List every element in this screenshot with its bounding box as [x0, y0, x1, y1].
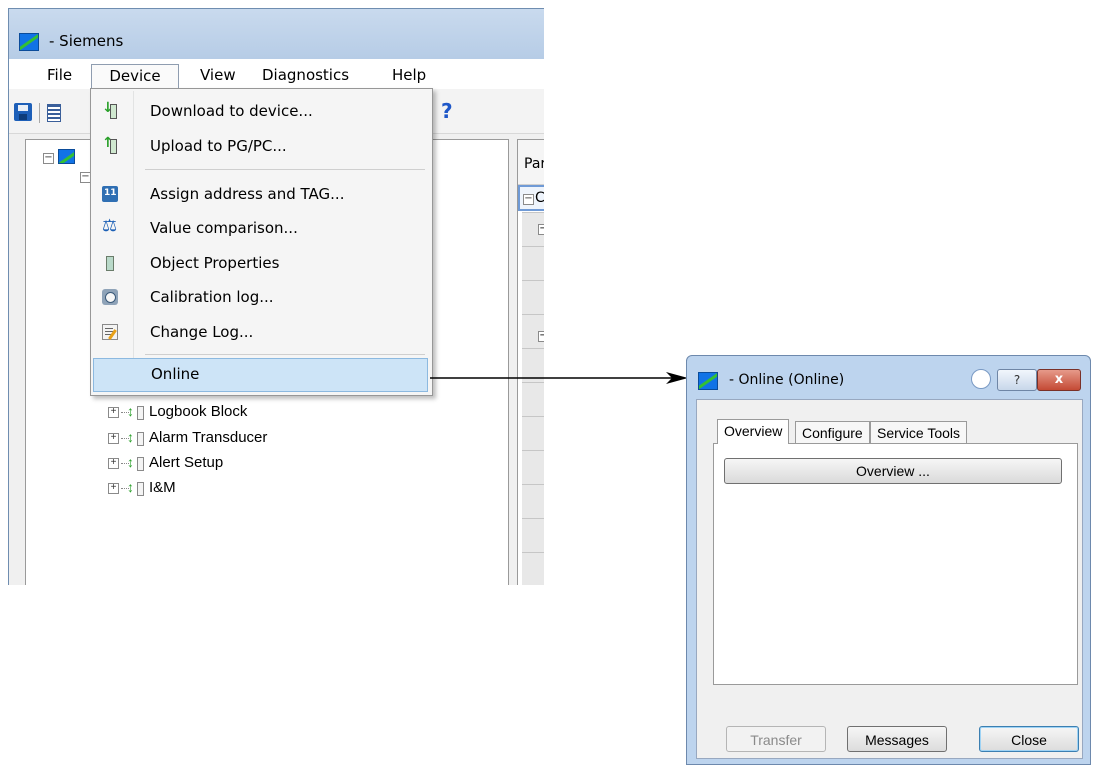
block-icon [127, 452, 144, 472]
menu-item-label: Upload to PG/PC... [150, 137, 287, 155]
connector-arrow [430, 372, 688, 384]
menu-item-label: Download to device... [150, 102, 313, 120]
menu-item-assign-address-and-tag[interactable]: Assign address and TAG... [93, 178, 428, 212]
change-log-icon [102, 324, 118, 340]
menu-separator [145, 169, 425, 170]
menu-device[interactable]: Device [91, 64, 179, 90]
assign-address-icon [102, 186, 118, 202]
menu-item-object-properties[interactable]: Object Properties [93, 247, 428, 281]
menu-item-label: Calibration log... [150, 288, 274, 306]
menu-separator [145, 354, 425, 355]
parameter-table: Par − C − − [517, 139, 544, 585]
param-row[interactable] [522, 382, 544, 416]
menu-item-label: Change Log... [150, 323, 254, 341]
tree-collapse-icon[interactable]: − [43, 153, 54, 164]
param-row[interactable] [522, 450, 544, 484]
menu-item-label: Value comparison... [150, 219, 298, 237]
tree-item-label: Logbook Block [149, 403, 248, 420]
download-icon [102, 100, 118, 119]
dialog-client-area: Overview Configure Service Tools Overvie… [696, 399, 1083, 759]
dialog-title: - Online (Online) [729, 372, 845, 388]
block-icon [127, 427, 144, 447]
upload-icon [102, 135, 118, 154]
tree-expand-icon[interactable]: + [108, 406, 119, 418]
save-icon[interactable] [14, 103, 32, 121]
menu-item-download-to-device[interactable]: Download to device... [93, 95, 428, 129]
tab-panel-overview: Overview ... [713, 443, 1078, 685]
param-row[interactable] [522, 416, 544, 450]
title-bar: - Siemens [9, 9, 544, 59]
transfer-button[interactable]: Transfer [726, 726, 826, 752]
object-properties-icon [102, 255, 118, 271]
tree-expand-icon[interactable]: + [108, 432, 119, 444]
tree-item-alarm-transducer[interactable]: + Alarm Transducer [108, 427, 268, 448]
param-row[interactable]: − [522, 314, 544, 348]
tree-item-label: Alert Setup [149, 454, 224, 471]
window-title: - Siemens [49, 32, 124, 50]
menu-item-label: Assign address and TAG... [150, 185, 345, 203]
close-button[interactable]: Close [979, 726, 1079, 752]
app-icon [19, 33, 39, 51]
status-circle-icon [971, 369, 991, 389]
tree-item-alert-setup[interactable]: + Alert Setup [108, 452, 224, 473]
tree-item-label: Alarm Transducer [149, 429, 268, 446]
menu-diagnostics[interactable]: Diagnostics [256, 65, 355, 89]
menu-help[interactable]: Help [386, 65, 432, 89]
overview-button[interactable]: Overview ... [724, 458, 1062, 484]
device-dropdown-menu: Download to device... Upload to PG/PC...… [90, 88, 433, 396]
help-icon[interactable]: ? [441, 99, 453, 123]
menu-item-calibration-log[interactable]: Calibration log... [93, 281, 428, 315]
param-column-header[interactable]: Par [518, 140, 544, 185]
param-row-selected[interactable]: − C [518, 185, 544, 211]
online-dialog: - Online (Online) ? x Overview Configure… [686, 355, 1091, 765]
menu-file[interactable]: File [41, 65, 78, 89]
dialog-help-button[interactable]: ? [997, 369, 1037, 391]
tab-service-tools[interactable]: Service Tools [870, 421, 968, 443]
tree-item-i-and-m[interactable]: + I&M [108, 477, 176, 498]
value-comparison-icon [102, 216, 118, 236]
menu-item-value-comparison[interactable]: Value comparison... [93, 212, 428, 246]
tree-collapse-icon[interactable]: − [538, 331, 544, 342]
tree-collapse-icon[interactable]: − [523, 194, 534, 205]
tab-overview[interactable]: Overview [717, 419, 790, 444]
param-row[interactable] [522, 280, 544, 314]
param-row[interactable]: − [522, 212, 544, 246]
tree-expand-icon[interactable]: + [108, 457, 119, 469]
tree-item-label: I&M [149, 479, 176, 496]
block-icon [127, 401, 144, 421]
menu-bar: File Device View Diagnostics Help [9, 59, 544, 90]
calibration-log-icon [102, 289, 118, 305]
param-row[interactable] [522, 484, 544, 518]
dialog-close-icon[interactable]: x [1037, 369, 1081, 391]
messages-button[interactable]: Messages [847, 726, 947, 752]
param-row[interactable] [522, 518, 544, 552]
device-icon [58, 149, 75, 164]
param-header-label: Par [524, 156, 544, 172]
menu-item-upload-to-pg-pc[interactable]: Upload to PG/PC... [93, 130, 428, 164]
list-icon[interactable] [47, 104, 61, 122]
param-row[interactable] [522, 246, 544, 280]
menu-view[interactable]: View [194, 65, 242, 89]
tree-expand-icon[interactable]: + [108, 482, 119, 494]
menu-item-online[interactable]: Online [93, 358, 428, 392]
toolbar-separator [39, 103, 40, 123]
app-icon [698, 372, 718, 390]
param-row[interactable] [522, 552, 544, 585]
menu-item-label: Online [151, 365, 200, 383]
tab-configure[interactable]: Configure [795, 421, 870, 443]
block-icon [127, 477, 144, 497]
tree-item-logbook-block[interactable]: + Logbook Block [108, 401, 248, 422]
menu-item-label: Object Properties [150, 254, 280, 272]
tree-collapse-icon[interactable]: − [538, 224, 544, 235]
param-row-label: C [535, 190, 544, 206]
menu-item-change-log[interactable]: Change Log... [93, 316, 428, 350]
